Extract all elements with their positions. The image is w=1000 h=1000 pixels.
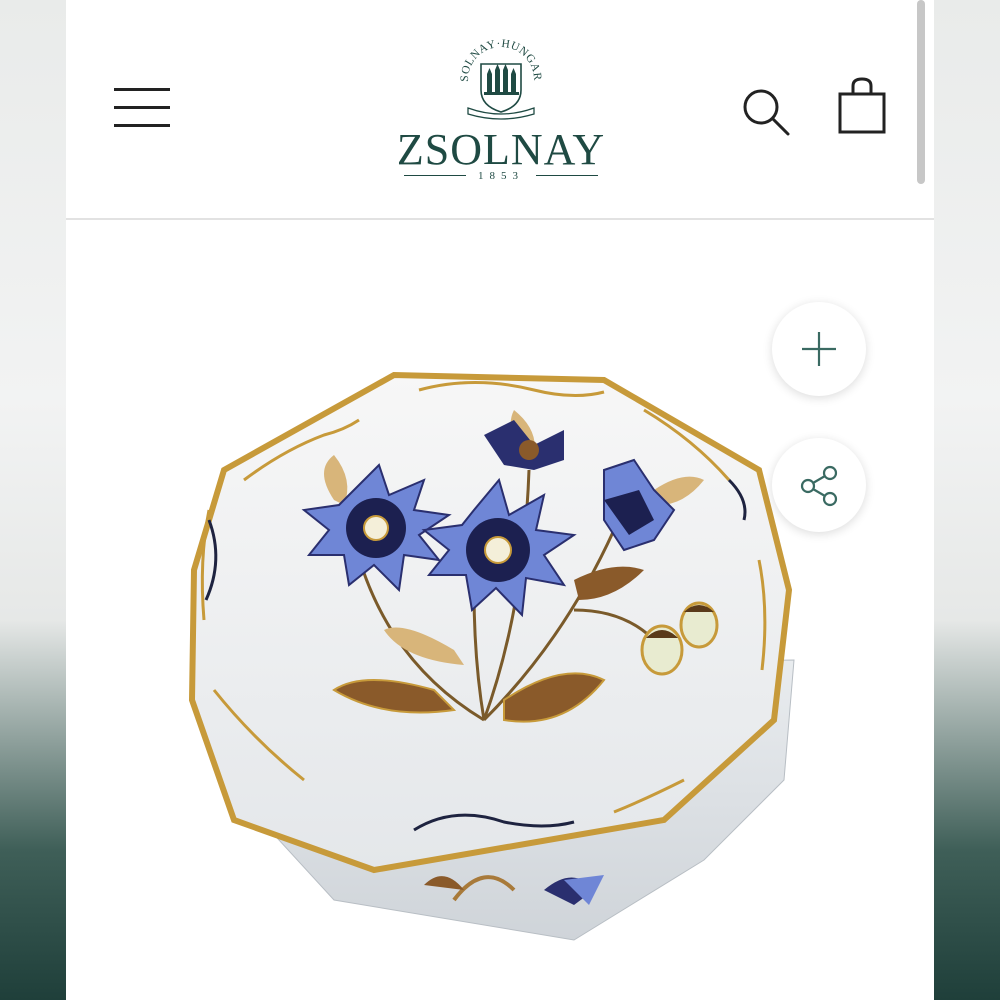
menu-line xyxy=(114,88,170,91)
product-gallery xyxy=(66,220,934,1000)
year-text: 1853 xyxy=(478,170,524,182)
plus-icon xyxy=(802,332,836,366)
share-icon xyxy=(800,465,838,507)
menu-line xyxy=(114,124,170,127)
phone-viewport: ZSOLNAY·HUNGARY ZSOLNAY 1853 xyxy=(66,0,934,1000)
brand-wordmark: ZSOLNAY xyxy=(396,125,606,174)
zoom-button[interactable] xyxy=(772,302,866,396)
page-scrollbar[interactable] xyxy=(917,0,925,184)
menu-line xyxy=(114,106,170,109)
zsolnay-seal-logo: ZSOLNAY·HUNGARY xyxy=(454,28,543,120)
site-header: ZSOLNAY·HUNGARY ZSOLNAY 1853 xyxy=(66,0,934,220)
brand-year: 1853 xyxy=(396,169,606,183)
search-icon[interactable] xyxy=(740,86,792,138)
hamburger-menu-icon[interactable] xyxy=(114,86,170,130)
share-button[interactable] xyxy=(772,438,866,532)
year-rule-right xyxy=(536,175,598,176)
product-image[interactable] xyxy=(184,360,824,950)
shopping-bag-icon[interactable] xyxy=(836,76,888,136)
zsolnay-logo[interactable]: ZSOLNAY·HUNGARY ZSOLNAY 1853 xyxy=(396,28,606,188)
